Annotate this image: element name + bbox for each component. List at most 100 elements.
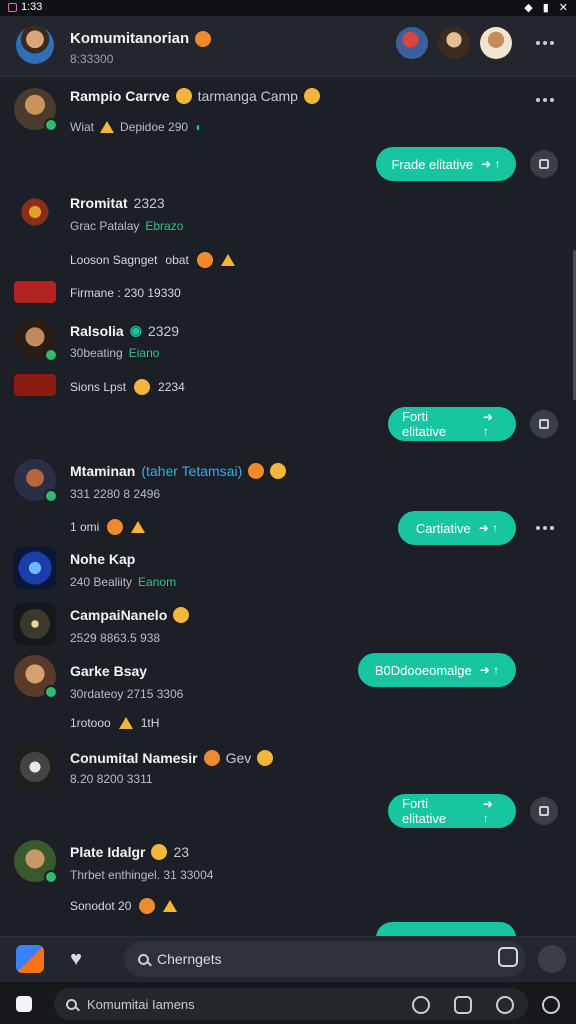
- sender-name: Rampio Carrve tarmanga Camp: [70, 88, 320, 104]
- message-text: Firmane : 230 19330: [70, 286, 181, 300]
- message-meta: Grac Patalay Ebrazo: [70, 219, 184, 233]
- online-indicator: [44, 118, 58, 132]
- online-indicator: [44, 489, 58, 503]
- emoji-icon: [173, 607, 190, 623]
- send-icon: ➜ ↑: [482, 797, 493, 825]
- status-time: 1:33: [21, 1, 43, 13]
- more-options-button[interactable]: [532, 37, 558, 49]
- emoji-icon: [175, 88, 192, 104]
- send-icon: ➜ ↑: [482, 410, 493, 438]
- fire-emoji-icon: [195, 30, 212, 47]
- message-text: 1rotooo 1tH: [70, 716, 160, 730]
- message-meta: 8.20 8200 3311: [70, 772, 153, 786]
- warning-icon: [163, 900, 178, 912]
- participant-avatar-1[interactable]: [396, 27, 428, 59]
- thumbnail: [14, 281, 56, 303]
- warning-icon: [131, 521, 146, 533]
- chat-header: Komumitanorian 8:33300: [0, 16, 576, 77]
- avatar: [14, 191, 56, 233]
- send-icon: ➜ ↑: [481, 157, 501, 171]
- sender-name: Ralsolia ◉ 2329: [70, 322, 180, 339]
- reply-pill-button[interactable]: Forti elitative ➜ ↑: [388, 794, 516, 828]
- reaction-button[interactable]: [530, 150, 558, 178]
- message-meta: 30rdateoy 2715 3306: [70, 687, 184, 701]
- info-icon[interactable]: [412, 996, 430, 1014]
- heart-icon[interactable]: ♥: [62, 946, 90, 974]
- sender-name: Nohe Kap: [70, 551, 136, 567]
- emoji-icon: [107, 519, 124, 535]
- send-icon: ➜ ↑: [479, 663, 500, 677]
- avatar: [14, 547, 56, 589]
- more-options-button[interactable]: [532, 94, 558, 106]
- emoji-icon: [196, 252, 213, 268]
- sender-name: Plate Idalgr 23: [70, 844, 190, 860]
- emoji-icon: [303, 88, 320, 104]
- reply-pill-button[interactable]: [376, 922, 516, 936]
- emoji-icon: [139, 898, 156, 914]
- warning-icon: [100, 121, 114, 133]
- sender-name: Garke Bsay: [70, 663, 148, 679]
- emoji-icon: [203, 750, 220, 766]
- reply-pill-button[interactable]: Frade elitative ➜ ↑: [376, 147, 516, 181]
- profile-icon[interactable]: [454, 996, 472, 1014]
- message-meta: 2529 8863.5 938: [70, 631, 161, 645]
- app-icon: [8, 2, 17, 12]
- sender-name: CampaiNanelo: [70, 607, 190, 623]
- header-subtitle: 8:33300: [70, 52, 114, 66]
- online-indicator: [44, 685, 58, 699]
- online-indicator: [44, 870, 58, 884]
- reply-pill-button[interactable]: Cartiative ➜ ↑: [398, 511, 516, 545]
- online-indicator: [44, 348, 58, 362]
- message-meta: Thrbet enthingel. 31 33004: [70, 868, 214, 882]
- search-icon: [66, 998, 77, 1010]
- message-text: 1 omi: [70, 519, 146, 535]
- participant-avatar-2[interactable]: [438, 27, 470, 59]
- participant-avatar-3[interactable]: [480, 27, 512, 59]
- search-icon: [138, 953, 149, 965]
- more-options-button[interactable]: [532, 522, 558, 534]
- sender-name: Mtaminan (taher Tetamsai): [70, 463, 287, 479]
- status-bar: 1:33 ◆ ▮ ✕: [0, 0, 576, 16]
- app-launcher-icon[interactable]: [16, 945, 44, 973]
- page-title: Komumitanorian: [70, 30, 212, 47]
- emoji-icon: [248, 463, 265, 479]
- chat-bubble-icon[interactable]: [496, 996, 514, 1014]
- emoji-icon: [151, 844, 168, 860]
- mic-icon[interactable]: [538, 945, 566, 973]
- send-icon: ➜ ↑: [478, 521, 499, 535]
- avatar: [14, 603, 56, 645]
- message-text: Sions Lpst 2234: [70, 379, 185, 395]
- sender-name: Rromitat 2323: [70, 195, 165, 211]
- reply-pill-button[interactable]: B0Ddooeomalge ➜ ↑: [358, 653, 516, 687]
- reply-pill-button[interactable]: Forti elitative ➜ ↑: [388, 407, 516, 441]
- chat-icon: ◉: [129, 322, 142, 338]
- avatar[interactable]: [16, 26, 54, 64]
- emoji-icon: [134, 379, 151, 395]
- battery-icon: ▮: [542, 2, 549, 14]
- chat-icon: ◖: [194, 120, 202, 134]
- warning-icon: [220, 254, 235, 266]
- message-feed[interactable]: Rampio Carrve tarmanga Camp Wiat Depidoe 2…: [0, 76, 576, 936]
- wifi-icon: ◆: [524, 2, 533, 14]
- message-meta: 30beating Eiano: [70, 346, 160, 360]
- bottom-bar: Komumitai Iamens: [0, 982, 576, 1024]
- message-meta: 240 Bealiity Eanom: [70, 575, 177, 589]
- warning-icon: [118, 717, 133, 729]
- message-text: Sonodot 20: [70, 898, 178, 914]
- emoji-icon: [257, 750, 274, 766]
- emoji-icon: [270, 463, 287, 479]
- sender-name: Conumital Namesir Gev: [70, 750, 274, 766]
- signal-icon: ✕: [558, 2, 568, 14]
- message-text: Looson Sagnget obat: [70, 252, 235, 268]
- split-view-icon[interactable]: [542, 996, 560, 1014]
- avatar: [14, 746, 56, 788]
- composer: ♥ Cherngets: [0, 936, 576, 983]
- sticker-icon[interactable]: [498, 947, 518, 967]
- thumbnail: [14, 374, 56, 396]
- message-meta: 331 2280 8 2496: [70, 487, 161, 501]
- message-meta: Wiat Depidoe 290 ◖: [70, 120, 202, 134]
- home-icon[interactable]: [16, 996, 32, 1012]
- reaction-button[interactable]: [530, 410, 558, 438]
- reaction-button[interactable]: [530, 797, 558, 825]
- message-input[interactable]: Cherngets: [124, 941, 526, 977]
